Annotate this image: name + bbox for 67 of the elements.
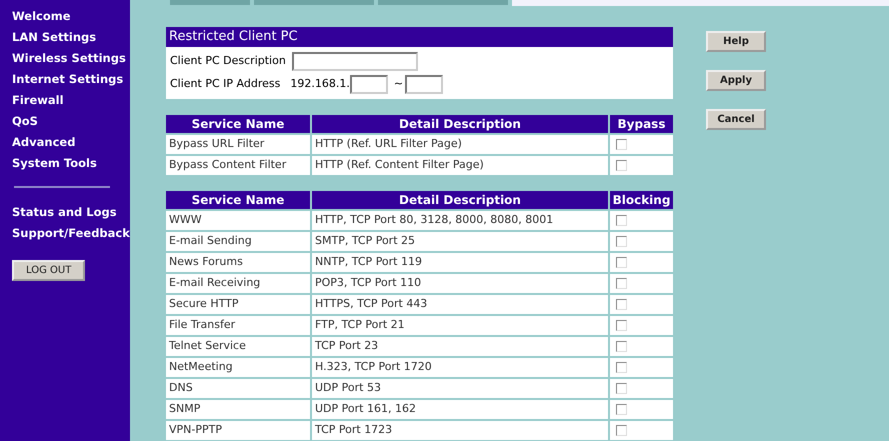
table-cell: TCP Port 1723: [312, 421, 610, 440]
checkbox[interactable]: [616, 383, 627, 394]
table-cell: News Forums: [166, 253, 312, 272]
column-header: Blocking: [610, 191, 673, 209]
table-cell: POP3, TCP Port 110: [312, 274, 610, 293]
checkbox[interactable]: [616, 236, 627, 247]
table-cell: HTTP, TCP Port 80, 3128, 8000, 8080, 8001: [312, 211, 610, 230]
table-cell: WWW: [166, 211, 312, 230]
sidebar-link[interactable]: Support/Feedback: [12, 223, 130, 244]
field-label: Client PC IP Address: [170, 76, 280, 92]
sidebar-link[interactable]: Status and Logs: [12, 202, 130, 223]
sidebar-link[interactable]: Internet Settings: [12, 69, 130, 90]
panel-title: Restricted Client PC: [166, 27, 673, 47]
table-cell: E-mail Receiving: [166, 274, 312, 293]
table-cell: HTTP (Ref. Content Filter Page): [312, 156, 610, 175]
table-cell: FTP, TCP Port 21: [312, 316, 610, 335]
table-cell: SMTP, TCP Port 25: [312, 232, 610, 251]
ip-prefix: 192.168.1.: [290, 76, 350, 92]
table-cell: VPN-PPTP: [166, 421, 312, 440]
ip-end-field[interactable]: [405, 75, 444, 94]
table-cell: Secure HTTP: [166, 295, 312, 314]
table-cell: HTTPS, TCP Port 443: [312, 295, 610, 314]
checkbox[interactable]: [616, 341, 627, 352]
checkbox[interactable]: [616, 425, 627, 436]
column-header: Bypass: [610, 115, 673, 133]
table-cell: NNTP, TCP Port 119: [312, 253, 610, 272]
column-header: Detail Description: [312, 191, 610, 209]
checkbox[interactable]: [616, 320, 627, 331]
description-field[interactable]: [292, 52, 418, 71]
table-cell: Bypass Content Filter: [166, 156, 312, 175]
action-button[interactable]: Cancel: [706, 109, 766, 130]
sidebar-link[interactable]: Firewall: [12, 90, 130, 111]
checkbox[interactable]: [616, 257, 627, 268]
field-label: Client PC Description: [170, 53, 286, 70]
table-cell: HTTP (Ref. URL Filter Page): [312, 135, 610, 154]
sidebar-link[interactable]: QoS: [12, 111, 130, 132]
checkbox[interactable]: [616, 278, 627, 289]
sidebar-link[interactable]: Advanced: [12, 132, 130, 153]
checkbox[interactable]: [616, 299, 627, 310]
checkbox[interactable]: [616, 139, 627, 150]
checkbox[interactable]: [616, 362, 627, 373]
table-cell: SNMP: [166, 400, 312, 419]
sidebar-link[interactable]: LAN Settings: [12, 27, 130, 48]
table-cell: UDP Port 53: [312, 379, 610, 398]
table-cell: E-mail Sending: [166, 232, 312, 251]
column-header: Service Name: [166, 115, 312, 133]
action-button[interactable]: Help: [706, 31, 766, 52]
table-cell: Bypass URL Filter: [166, 135, 312, 154]
sidebar-link[interactable]: System Tools: [12, 153, 130, 174]
ip-start-field[interactable]: [350, 75, 388, 94]
sidebar-link[interactable]: Welcome: [12, 6, 130, 27]
table-cell: Telnet Service: [166, 337, 312, 356]
action-button[interactable]: Apply: [706, 70, 766, 91]
sidebar-link[interactable]: Wireless Settings: [12, 48, 130, 69]
table-cell: H.323, TCP Port 1720: [312, 358, 610, 377]
column-header: Detail Description: [312, 115, 610, 133]
table-cell: File Transfer: [166, 316, 312, 335]
table-cell: UDP Port 161, 162: [312, 400, 610, 419]
checkbox[interactable]: [616, 404, 627, 415]
logout-button[interactable]: LOG OUT: [12, 260, 86, 281]
column-header: Service Name: [166, 191, 312, 209]
table-cell: TCP Port 23: [312, 337, 610, 356]
checkbox[interactable]: [616, 160, 627, 171]
table-cell: NetMeeting: [166, 358, 312, 377]
table-cell: DNS: [166, 379, 312, 398]
range-separator: ~: [394, 76, 404, 92]
checkbox[interactable]: [616, 215, 627, 226]
